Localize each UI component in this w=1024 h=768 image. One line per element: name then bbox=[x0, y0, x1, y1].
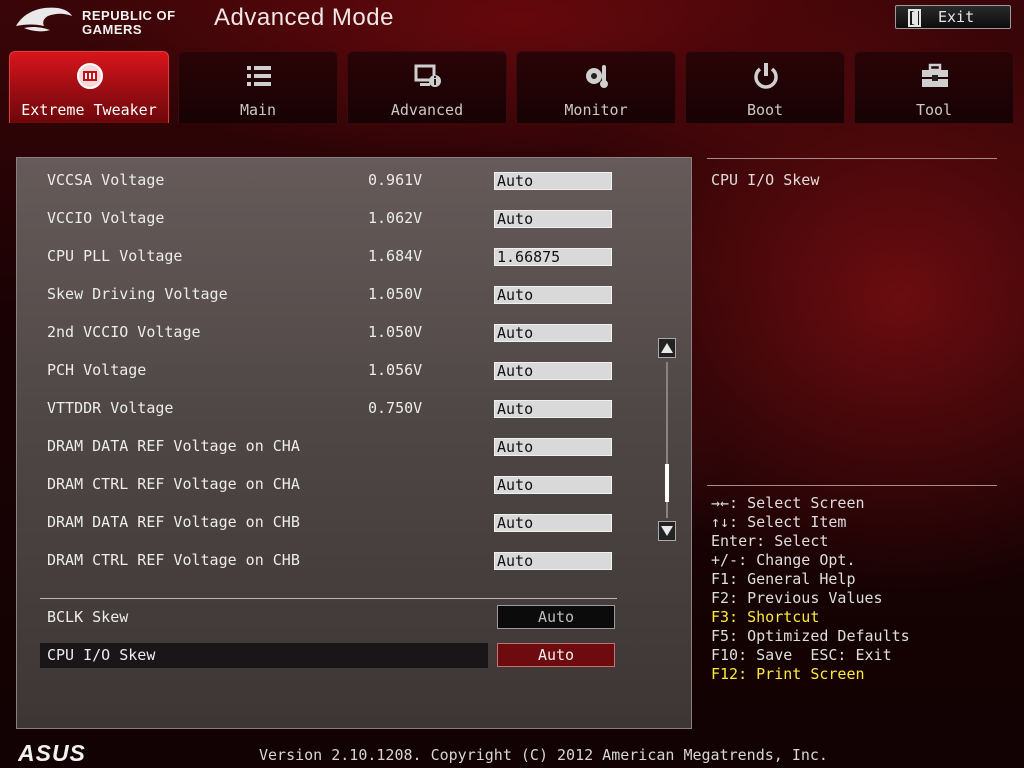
key-hint: F2: Previous Values bbox=[711, 589, 883, 607]
tweaker-icon bbox=[77, 63, 103, 89]
rog-logo: REPUBLIC OF GAMERS bbox=[14, 4, 184, 38]
cpu-io-skew-label: CPU I/O Skew bbox=[47, 646, 156, 664]
tab-label: Main bbox=[239, 101, 277, 119]
setting-input[interactable]: Auto bbox=[494, 286, 612, 304]
asus-logo: ASUS bbox=[18, 742, 86, 764]
tab-label: Advanced bbox=[390, 101, 464, 119]
setting-label: DRAM DATA REF Voltage on CHB bbox=[47, 513, 300, 531]
setting-input[interactable]: 1.66875 bbox=[494, 248, 612, 266]
help-title: CPU I/O Skew bbox=[711, 171, 820, 189]
bclk-skew-button[interactable]: Auto bbox=[497, 605, 615, 629]
advanced-icon bbox=[414, 64, 441, 87]
key-hint: +/-: Change Opt. bbox=[711, 551, 856, 569]
key-hint: F10: Save ESC: Exit bbox=[711, 646, 892, 664]
setting-input[interactable]: Auto bbox=[494, 362, 612, 380]
exit-door-icon bbox=[908, 9, 921, 27]
setting-input[interactable]: Auto bbox=[494, 476, 612, 494]
exit-label: Exit bbox=[938, 8, 975, 26]
key-hint: F5: Optimized Defaults bbox=[711, 627, 910, 645]
arrow-down-icon bbox=[661, 526, 673, 536]
asus-logo-text: ASUS bbox=[18, 742, 86, 764]
scroll-thumb[interactable] bbox=[665, 464, 669, 502]
section-divider bbox=[40, 598, 617, 599]
exit-button[interactable]: Exit bbox=[895, 5, 1011, 29]
tab-label: Tool bbox=[915, 101, 953, 119]
setting-label: VCCSA Voltage bbox=[47, 171, 165, 189]
version-text: Version 2.10.1208. Copyright (C) 2012 Am… bbox=[259, 746, 828, 764]
list-icon bbox=[247, 66, 271, 86]
setting-input[interactable]: Auto bbox=[494, 552, 612, 570]
tab-tool[interactable]: Tool bbox=[854, 51, 1014, 123]
setting-label: DRAM CTRL REF Voltage on CHB bbox=[47, 551, 300, 569]
setting-value: 1.050V bbox=[368, 323, 423, 341]
help-divider-bottom bbox=[707, 485, 997, 486]
tab-label: Extreme Tweaker bbox=[21, 101, 157, 119]
key-hint: Enter: Select bbox=[711, 532, 829, 550]
setting-value: 0.961V bbox=[368, 171, 423, 189]
help-divider-top bbox=[707, 158, 997, 159]
setting-value: 1.050V bbox=[368, 285, 423, 303]
setting-label: DRAM CTRL REF Voltage on CHA bbox=[47, 475, 300, 493]
tab-monitor[interactable]: Monitor bbox=[516, 51, 676, 123]
bclk-skew-label: BCLK Skew bbox=[47, 608, 129, 626]
setting-label: CPU PLL Voltage bbox=[47, 247, 183, 265]
arrow-up-icon bbox=[661, 343, 673, 353]
tab-extreme-tweaker[interactable]: Extreme Tweaker bbox=[9, 51, 169, 123]
key-hint: →←: Select Screen bbox=[711, 494, 865, 512]
monitor-icon bbox=[586, 65, 608, 88]
setting-input[interactable]: Auto bbox=[494, 438, 612, 456]
tab-label: Boot bbox=[746, 101, 784, 119]
setting-input[interactable]: Auto bbox=[494, 324, 612, 342]
key-hint-print-screen: F12: Print Screen bbox=[711, 665, 865, 683]
tab-advanced[interactable]: Advanced bbox=[347, 51, 507, 123]
setting-input[interactable]: Auto bbox=[494, 400, 612, 418]
key-hint-shortcut: F3: Shortcut bbox=[711, 608, 820, 626]
brand-text: REPUBLIC OF GAMERS bbox=[82, 9, 176, 37]
tab-label: Monitor bbox=[564, 101, 628, 119]
setting-value: 0.750V bbox=[368, 399, 423, 417]
page-title: Advanced Mode bbox=[214, 4, 394, 31]
setting-label: VCCIO Voltage bbox=[47, 209, 165, 227]
power-icon bbox=[754, 63, 778, 89]
setting-input[interactable]: Auto bbox=[494, 514, 612, 532]
key-hint: ↑↓: Select Item bbox=[711, 513, 847, 531]
setting-label: 2nd VCCIO Voltage bbox=[47, 323, 201, 341]
setting-label: Skew Driving Voltage bbox=[47, 285, 228, 303]
tab-boot[interactable]: Boot bbox=[685, 51, 845, 123]
scroll-up-button[interactable] bbox=[658, 338, 676, 358]
brand-line1: REPUBLIC OF bbox=[82, 8, 176, 23]
setting-label: PCH Voltage bbox=[47, 361, 147, 379]
cpu-io-skew-button[interactable]: Auto bbox=[497, 643, 615, 667]
setting-value: 1.684V bbox=[368, 247, 423, 265]
tab-main[interactable]: Main bbox=[178, 51, 338, 123]
brand-line2: GAMERS bbox=[82, 22, 143, 37]
setting-label: DRAM DATA REF Voltage on CHA bbox=[47, 437, 300, 455]
setting-value: 1.062V bbox=[368, 209, 423, 227]
setting-input[interactable]: Auto bbox=[494, 210, 612, 228]
rog-eye-icon bbox=[16, 7, 72, 32]
key-hint: F1: General Help bbox=[711, 570, 856, 588]
setting-value: 1.056V bbox=[368, 361, 423, 379]
toolbox-icon bbox=[922, 63, 948, 87]
setting-label: VTTDDR Voltage bbox=[47, 399, 174, 417]
setting-input[interactable]: Auto bbox=[494, 172, 612, 190]
scroll-down-button[interactable] bbox=[658, 521, 676, 541]
